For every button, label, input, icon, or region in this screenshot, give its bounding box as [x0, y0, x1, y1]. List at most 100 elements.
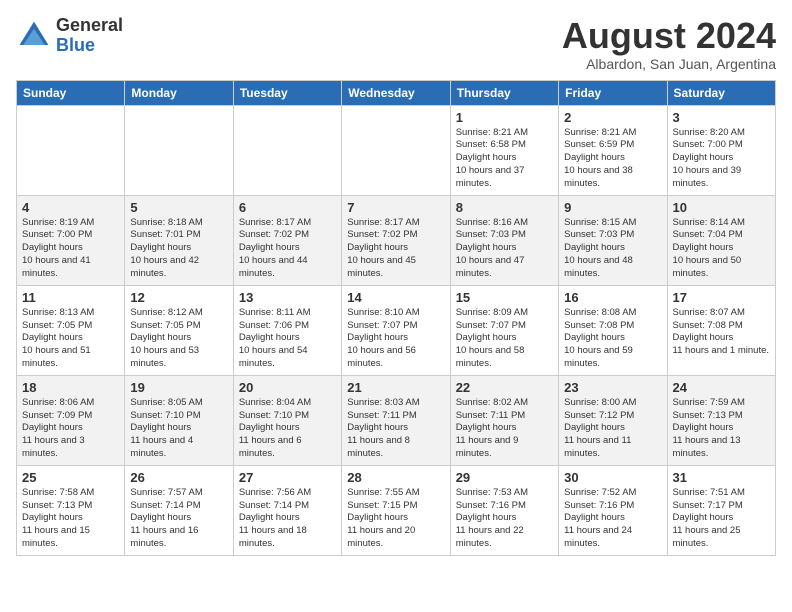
- day-info: Sunrise: 8:10 AMSunset: 7:07 PMDaylight …: [347, 307, 444, 371]
- day-number: 6: [239, 200, 336, 215]
- calendar-cell-w4d2: 19Sunrise: 8:05 AMSunset: 7:10 PMDayligh…: [125, 375, 233, 465]
- day-info: Sunrise: 7:59 AMSunset: 7:13 PMDaylight …: [673, 397, 770, 461]
- day-number: 5: [130, 200, 227, 215]
- day-number: 20: [239, 380, 336, 395]
- day-info: Sunrise: 8:03 AMSunset: 7:11 PMDaylight …: [347, 397, 444, 461]
- page-header: General Blue August 2024 Albardon, San J…: [16, 16, 776, 72]
- day-info: Sunrise: 8:09 AMSunset: 7:07 PMDaylight …: [456, 307, 553, 371]
- day-number: 12: [130, 290, 227, 305]
- calendar-week-2: 4Sunrise: 8:19 AMSunset: 7:00 PMDaylight…: [17, 195, 776, 285]
- calendar-week-5: 25 Sunrise: 7:58 AMSunset: 7:13 PMDayligh…: [17, 465, 776, 555]
- calendar-cell-w1d7: 3 Sunrise: 8:20 AMSunset: 7:00 PMDaylight…: [667, 105, 775, 195]
- calendar-cell-w5d2: 26 Sunrise: 7:57 AMSunset: 7:14 PMDayligh…: [125, 465, 233, 555]
- day-number: 27: [239, 470, 336, 485]
- day-number: 2: [564, 110, 661, 125]
- calendar-cell-w2d3: 6Sunrise: 8:17 AMSunset: 7:02 PMDaylight…: [233, 195, 341, 285]
- day-info: Sunrise: 7:56 AMSunset: 7:14 PMDaylight …: [239, 487, 336, 551]
- day-number: 25: [22, 470, 119, 485]
- day-number: 7: [347, 200, 444, 215]
- day-info: Sunrise: 7:57 AMSunset: 7:14 PMDaylight …: [130, 487, 227, 551]
- title-block: August 2024 Albardon, San Juan, Argentin…: [562, 16, 776, 72]
- header-sunday: Sunday: [17, 80, 125, 105]
- day-info: Sunrise: 8:16 AMSunset: 7:03 PMDaylight …: [456, 217, 553, 281]
- calendar-cell-w2d6: 9Sunrise: 8:15 AMSunset: 7:03 PMDaylight…: [559, 195, 667, 285]
- day-number: 21: [347, 380, 444, 395]
- day-number: 29: [456, 470, 553, 485]
- calendar-cell-w3d3: 13Sunrise: 8:11 AMSunset: 7:06 PMDayligh…: [233, 285, 341, 375]
- day-info: Sunrise: 8:06 AMSunset: 7:09 PMDaylight …: [22, 397, 119, 461]
- calendar-cell-w3d1: 11Sunrise: 8:13 AMSunset: 7:05 PMDayligh…: [17, 285, 125, 375]
- day-info: Sunrise: 7:51 AMSunset: 7:17 PMDaylight …: [673, 487, 770, 551]
- day-number: 24: [673, 380, 770, 395]
- day-info: Sunrise: 7:53 AMSunset: 7:16 PMDaylight …: [456, 487, 553, 551]
- day-number: 15: [456, 290, 553, 305]
- calendar-cell-w3d2: 12 Sunrise: 8:12 AMSunset: 7:05 PMDayligh…: [125, 285, 233, 375]
- calendar-cell-w1d2: [125, 105, 233, 195]
- day-info: Sunrise: 8:11 AMSunset: 7:06 PMDaylight …: [239, 307, 336, 371]
- day-number: 22: [456, 380, 553, 395]
- calendar-cell-w4d1: 18Sunrise: 8:06 AMSunset: 7:09 PMDayligh…: [17, 375, 125, 465]
- header-tuesday: Tuesday: [233, 80, 341, 105]
- calendar-cell-w2d5: 8 Sunrise: 8:16 AMSunset: 7:03 PMDaylight…: [450, 195, 558, 285]
- calendar-cell-w3d6: 16 Sunrise: 8:08 AMSunset: 7:08 PMDayligh…: [559, 285, 667, 375]
- calendar-cell-w2d1: 4Sunrise: 8:19 AMSunset: 7:00 PMDaylight…: [17, 195, 125, 285]
- header-wednesday: Wednesday: [342, 80, 450, 105]
- day-info: Sunrise: 8:13 AMSunset: 7:05 PMDaylight …: [22, 307, 119, 371]
- calendar-cell-w1d3: [233, 105, 341, 195]
- calendar-cell-w4d3: 20Sunrise: 8:04 AMSunset: 7:10 PMDayligh…: [233, 375, 341, 465]
- calendar-cell-w3d5: 15 Sunrise: 8:09 AMSunset: 7:07 PMDayligh…: [450, 285, 558, 375]
- logo-blue-text: Blue: [56, 36, 123, 56]
- calendar-cell-w5d4: 28Sunrise: 7:55 AMSunset: 7:15 PMDayligh…: [342, 465, 450, 555]
- day-number: 31: [673, 470, 770, 485]
- calendar-week-4: 18Sunrise: 8:06 AMSunset: 7:09 PMDayligh…: [17, 375, 776, 465]
- location-text: Albardon, San Juan, Argentina: [562, 56, 776, 72]
- calendar-cell-w1d5: 1 Sunrise: 8:21 AMSunset: 6:58 PMDaylight…: [450, 105, 558, 195]
- calendar-table: Sunday Monday Tuesday Wednesday Thursday…: [16, 80, 776, 556]
- calendar-cell-w1d4: [342, 105, 450, 195]
- day-info: Sunrise: 8:21 AMSunset: 6:59 PMDaylight …: [564, 127, 661, 191]
- day-number: 23: [564, 380, 661, 395]
- day-info: Sunrise: 8:18 AMSunset: 7:01 PMDaylight …: [130, 217, 227, 281]
- header-thursday: Thursday: [450, 80, 558, 105]
- calendar-cell-w2d7: 10 Sunrise: 8:14 AMSunset: 7:04 PMDayligh…: [667, 195, 775, 285]
- day-info: Sunrise: 8:15 AMSunset: 7:03 PMDaylight …: [564, 217, 661, 281]
- header-saturday: Saturday: [667, 80, 775, 105]
- calendar-cell-w5d3: 27 Sunrise: 7:56 AMSunset: 7:14 PMDayligh…: [233, 465, 341, 555]
- calendar-cell-w4d4: 21 Sunrise: 8:03 AMSunset: 7:11 PMDayligh…: [342, 375, 450, 465]
- day-number: 1: [456, 110, 553, 125]
- day-number: 16: [564, 290, 661, 305]
- month-title: August 2024: [562, 16, 776, 56]
- calendar-cell-w1d1: [17, 105, 125, 195]
- day-number: 8: [456, 200, 553, 215]
- calendar-cell-w5d1: 25 Sunrise: 7:58 AMSunset: 7:13 PMDayligh…: [17, 465, 125, 555]
- day-number: 17: [673, 290, 770, 305]
- day-info: Sunrise: 8:21 AMSunset: 6:58 PMDaylight …: [456, 127, 553, 191]
- day-info: Sunrise: 8:08 AMSunset: 7:08 PMDaylight …: [564, 307, 661, 371]
- calendar-week-3: 11Sunrise: 8:13 AMSunset: 7:05 PMDayligh…: [17, 285, 776, 375]
- calendar-cell-w2d2: 5 Sunrise: 8:18 AMSunset: 7:01 PMDaylight…: [125, 195, 233, 285]
- calendar-cell-w5d5: 29 Sunrise: 7:53 AMSunset: 7:16 PMDayligh…: [450, 465, 558, 555]
- day-info: Sunrise: 8:14 AMSunset: 7:04 PMDaylight …: [673, 217, 770, 281]
- day-info: Sunrise: 7:52 AMSunset: 7:16 PMDaylight …: [564, 487, 661, 551]
- day-number: 10: [673, 200, 770, 215]
- day-number: 26: [130, 470, 227, 485]
- day-info: Sunrise: 7:55 AMSunset: 7:15 PMDaylight …: [347, 487, 444, 551]
- day-number: 30: [564, 470, 661, 485]
- calendar-cell-w3d7: 17 Sunrise: 8:07 AMSunset: 7:08 PMDayligh…: [667, 285, 775, 375]
- day-number: 19: [130, 380, 227, 395]
- day-info: Sunrise: 8:20 AMSunset: 7:00 PMDaylight …: [673, 127, 770, 191]
- day-number: 3: [673, 110, 770, 125]
- logo-icon: [16, 18, 52, 54]
- day-info: Sunrise: 7:58 AMSunset: 7:13 PMDaylight …: [22, 487, 119, 551]
- calendar-week-1: 1 Sunrise: 8:21 AMSunset: 6:58 PMDaylight…: [17, 105, 776, 195]
- day-info: Sunrise: 8:07 AMSunset: 7:08 PMDaylight …: [673, 307, 770, 358]
- day-info: Sunrise: 8:17 AMSunset: 7:02 PMDaylight …: [347, 217, 444, 281]
- logo-general-text: General: [56, 16, 123, 36]
- header-monday: Monday: [125, 80, 233, 105]
- weekday-header-row: Sunday Monday Tuesday Wednesday Thursday…: [17, 80, 776, 105]
- header-friday: Friday: [559, 80, 667, 105]
- calendar-cell-w4d5: 22Sunrise: 8:02 AMSunset: 7:11 PMDayligh…: [450, 375, 558, 465]
- day-info: Sunrise: 8:12 AMSunset: 7:05 PMDaylight …: [130, 307, 227, 371]
- day-info: Sunrise: 8:19 AMSunset: 7:00 PMDaylight …: [22, 217, 119, 281]
- day-number: 14: [347, 290, 444, 305]
